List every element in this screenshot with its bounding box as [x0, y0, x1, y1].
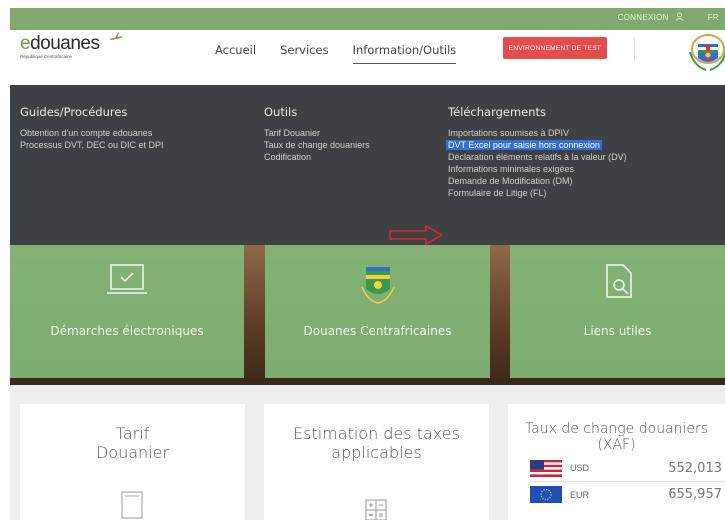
menu-item[interactable]: Demande de Modification (DM): [448, 175, 627, 187]
rate-row-usd: USD 552,013: [530, 459, 725, 477]
card-title-line: Estimation des taxes: [293, 424, 460, 443]
menu-col-guides: Guides/Procédures Obtention d'un compte …: [20, 105, 164, 151]
menu-item[interactable]: Taux de change douaniers: [264, 139, 370, 151]
card-taux-de-change[interactable]: Taux de change douaniers (XAF) USD 552,0…: [508, 404, 725, 520]
card-estimation-taxes[interactable]: Estimation des taxes applicables: [264, 404, 489, 520]
main-nav: Accueil Services Information/Outils: [215, 43, 480, 64]
menu-item[interactable]: Processus DVT, DEC ou DIC et DPI: [20, 139, 164, 151]
menu-item-dvt-excel-selected[interactable]: DVT Excel pour saisie hors connexion: [446, 140, 602, 150]
laptop-check-icon: [107, 264, 147, 294]
menu-item[interactable]: Déclaration éléments relatifs à la valeu…: [448, 151, 627, 163]
nav-services[interactable]: Services: [280, 43, 329, 64]
tile-demarches[interactable]: Démarches électroniques: [10, 245, 244, 378]
card-title-line: Taux de change douaniers: [524, 421, 709, 437]
card-tarif-douanier[interactable]: Tarif Douanier: [20, 404, 245, 520]
language-selector[interactable]: FR: [708, 13, 719, 22]
logo-e: e: [20, 33, 31, 54]
exchange-rate-value: 552,013: [668, 460, 722, 476]
tile-label: Douanes Centrafricaines: [303, 324, 452, 338]
nav-information-outils[interactable]: Information/Outils: [352, 43, 457, 64]
card-title-line: applicables: [331, 443, 422, 462]
plane-icon: [109, 33, 123, 40]
hero-banner: Démarches électroniques Douanes Centrafr…: [10, 245, 725, 385]
user-icon[interactable]: [675, 12, 684, 23]
eu-flag-icon: [530, 486, 562, 503]
card-title-line: Douanier: [95, 443, 170, 462]
top-bar: CONNEXION FR: [10, 8, 725, 30]
menu-col-title: Guides/Procédures: [20, 105, 128, 119]
menu-item[interactable]: Tarif Douanier: [264, 127, 370, 139]
menu-item[interactable]: Codification: [264, 151, 370, 163]
document-search-icon: [605, 264, 632, 298]
calculator-icon: [365, 499, 387, 520]
login-link[interactable]: CONNEXION: [618, 13, 669, 22]
menu-col-title: Outils: [264, 105, 298, 119]
menu-col-telechargements: Téléchargements Importations soumises à …: [446, 105, 627, 199]
menu-col-title: Téléchargements: [448, 105, 547, 119]
menu-item[interactable]: Obtention d'un compte edouanes: [20, 127, 164, 139]
menu-item[interactable]: Informations minimales exigées: [448, 163, 627, 175]
nav-accueil[interactable]: Accueil: [215, 43, 256, 64]
test-environment-button[interactable]: ENVIRONNEMENT DE TEST: [503, 37, 607, 59]
currency-code: USD: [570, 463, 590, 473]
tile-douanes[interactable]: Douanes Centrafricaines: [265, 245, 490, 378]
menu-col-outils: Outils Tarif Douanier Taux de change dou…: [264, 105, 370, 163]
header: CONNEXION FR edouanes République Centraf…: [0, 0, 725, 80]
currency-code: EUR: [570, 489, 590, 500]
tile-liens-utiles[interactable]: Liens utiles: [510, 245, 725, 378]
customs-emblem-icon: [360, 267, 395, 304]
coat-of-arms-icon: [689, 34, 725, 71]
book-icon: [121, 491, 143, 519]
header-divider: [634, 38, 635, 60]
tile-label: Liens utiles: [583, 324, 652, 338]
rate-row-eur: EUR 655,957: [530, 481, 725, 503]
cards-section: Tarif Douanier Estimation des taxes appl…: [10, 385, 725, 520]
tile-label: Démarches électroniques: [50, 324, 204, 338]
card-title-line: Tarif: [115, 424, 150, 443]
information-outils-mega-menu: Guides/Procédures Obtention d'un compte …: [10, 85, 725, 246]
menu-item[interactable]: Formulaire de Litige (FL): [448, 187, 627, 199]
exchange-rate-value: 655,957: [668, 487, 722, 502]
menu-item[interactable]: Importations soumises à DPIV: [448, 127, 627, 139]
edouanes-logo[interactable]: edouanes République Centrafricaine: [20, 33, 140, 63]
card-title-line: (XAF): [597, 437, 636, 453]
red-arrow-annotation: [389, 224, 444, 246]
logo-text: douanes: [30, 33, 100, 54]
usa-flag-icon: [530, 459, 562, 477]
